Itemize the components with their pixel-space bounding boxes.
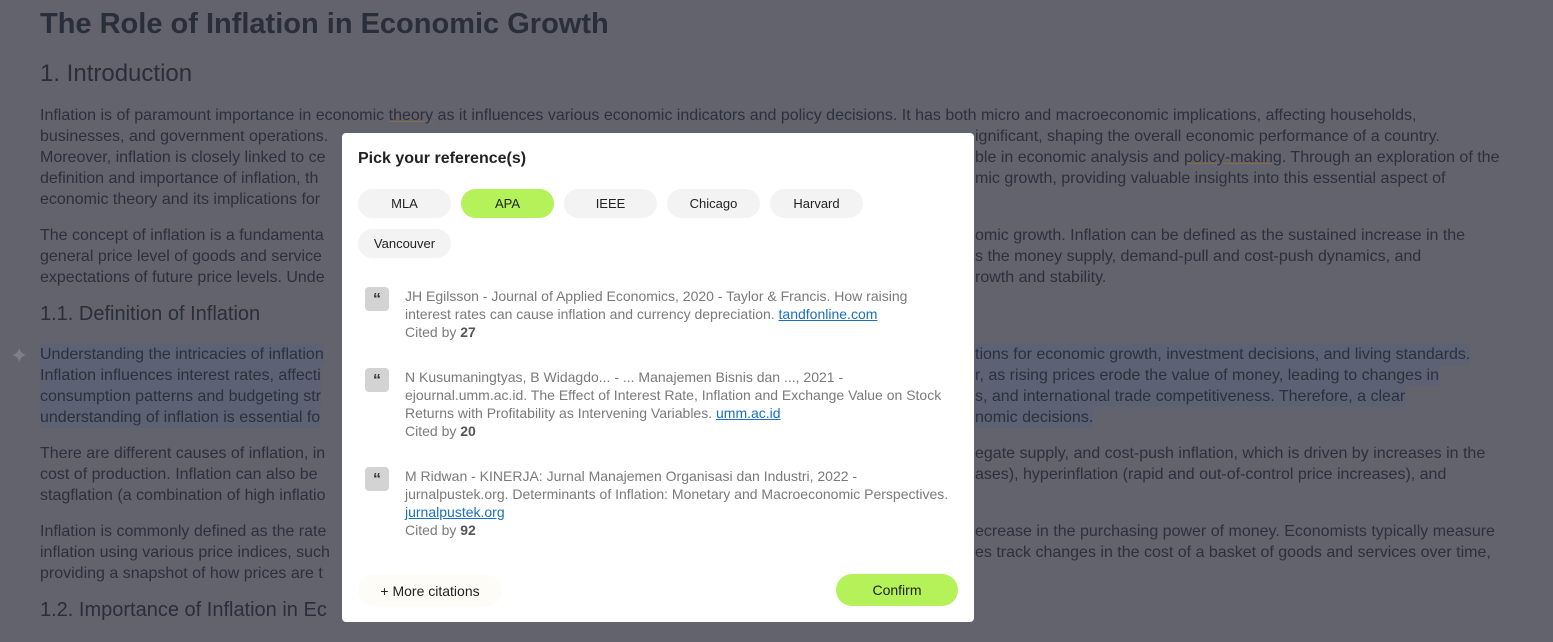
text: Understanding the intricacies of inflati… (40, 344, 324, 365)
cited-count: 92 (460, 522, 476, 538)
text: inflation using various price indices, s… (40, 544, 330, 561)
document-title: The Role of Inflation in Economic Growth (40, 8, 609, 40)
text: s, and international trade competitivene… (975, 386, 1406, 407)
paragraph-line: Inflation is of paramount importance in … (0, 105, 1553, 126)
style-chip-harvard[interactable]: Harvard (770, 189, 863, 218)
cited-label: Cited by (405, 522, 461, 538)
text: businesses, and government operations. (40, 128, 329, 145)
text: Inflation influences interest rates, aff… (40, 365, 321, 386)
modal-title: Pick your reference(s) (358, 150, 527, 167)
cited-count: 20 (460, 423, 476, 439)
text: Inflation is commonly defined as the rat… (40, 523, 327, 540)
cited-label: Cited by (405, 423, 461, 439)
quote-icon[interactable]: “ (365, 287, 389, 311)
text: tions for economic growth, investment de… (975, 344, 1471, 365)
cited-count: 27 (460, 324, 476, 340)
text: ecrease in the purchasing power of money… (975, 523, 1495, 540)
text: There are different causes of inflation,… (40, 445, 326, 462)
text: es track changes in the cost of a basket… (975, 544, 1491, 561)
text: ases), hyperinflation (rapid and out-of-… (975, 466, 1447, 483)
text: r, as rising prices erode the value of m… (975, 365, 1439, 386)
style-chip-chicago[interactable]: Chicago (667, 189, 760, 218)
text: The concept of inflation is a fundamenta (40, 227, 324, 244)
text: expectations of future price levels. Und… (40, 269, 325, 286)
more-citations-button[interactable]: + More citations (358, 575, 502, 606)
citation-link[interactable]: umm.ac.id (716, 405, 781, 421)
heading-introduction: 1. Introduction (40, 60, 193, 87)
confirm-button[interactable]: Confirm (836, 574, 958, 606)
text: definition and importance of inflation, … (40, 170, 319, 187)
quote-icon[interactable]: “ (365, 467, 389, 491)
text: general price level of goods and service (40, 248, 322, 265)
text: consumption patterns and budgeting str (40, 386, 322, 407)
text: cost of production. Inflation can also b… (40, 466, 318, 483)
text: understanding of inflation is essential … (40, 407, 321, 428)
text: omic growth. Inflation can be defined as… (975, 227, 1466, 244)
text: s the money supply, demand-pull and cost… (975, 248, 1422, 265)
quote-icon[interactable]: “ (365, 368, 389, 392)
text: nomic decisions. (975, 407, 1094, 428)
text: providing a snapshot of how prices are t (40, 565, 323, 582)
text: economic theory and its implications for (40, 191, 321, 208)
style-chip-mla[interactable]: MLA (358, 189, 451, 218)
heading-definition: 1.1. Definition of Inflation (40, 303, 261, 325)
text: as it influences various economic indica… (433, 107, 1417, 124)
style-chip-apa[interactable]: APA (461, 189, 554, 218)
cited-label: Cited by (405, 324, 461, 340)
text: . Through an exploration of the (1281, 149, 1500, 166)
reference-picker-modal: Pick your reference(s) MLA APA IEEE Chic… (342, 133, 974, 622)
text: Moreover, inflation is closely linked to… (40, 149, 326, 166)
text: ignificant, shaping the overall economic… (975, 128, 1440, 145)
text: mic growth, providing valuable insights … (975, 170, 1446, 187)
heading-importance: 1.2. Importance of Inflation in Ec (40, 599, 327, 621)
style-chip-ieee[interactable]: IEEE (564, 189, 657, 218)
citation-text: M Ridwan - KINERJA: Jurnal Manajemen Org… (405, 468, 949, 502)
citation-link[interactable]: tandfonline.com (779, 306, 878, 322)
text: Inflation is of paramount importance in … (40, 107, 389, 124)
grammar-underline[interactable]: theory (389, 107, 433, 124)
grammar-underline[interactable]: policy-making (1184, 149, 1282, 166)
citation-text: N Kusumaningtyas, B Widagdo... - ... Man… (405, 369, 942, 421)
text: egate supply, and cost-push inflation, w… (975, 445, 1486, 462)
citation-link[interactable]: jurnalpustek.org (405, 504, 505, 520)
text: ble in economic analysis and (975, 149, 1185, 166)
text: rowth and stability. (975, 269, 1107, 286)
style-chip-vancouver[interactable]: Vancouver (358, 229, 451, 258)
text: stagflation (a combination of high infla… (40, 487, 326, 504)
